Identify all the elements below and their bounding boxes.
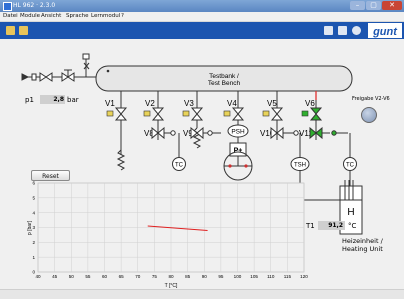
release-indicator-lamp[interactable] — [361, 107, 377, 123]
t1-label: T1 — [306, 222, 315, 230]
p1-label: p1 — [25, 96, 34, 104]
valve-v3-label: V3 — [184, 99, 194, 108]
application-window: HL 962 · 2.3.0 – ▢ ✕ Datei Module Ansich… — [0, 0, 404, 299]
tc-label-2: TC — [346, 163, 355, 169]
valve-v4[interactable] — [223, 107, 245, 121]
valve-v1[interactable] — [106, 107, 128, 121]
pressure-temperature-chart: 40 45 50 55 60 65 70 75 80 85 90 95 100 105 110 115 120 … — [27, 181, 308, 289]
y-tick-label: 5 — [32, 195, 35, 200]
heating-unit-label-line2: Heating Unit — [342, 245, 383, 253]
valve-v2-label: V2 — [145, 99, 155, 108]
p1-value: 2,8 — [40, 95, 65, 104]
heating-unit-label-line1: Heizeinheit / — [342, 237, 383, 245]
release-label: Freigabe V2-V6 — [352, 96, 390, 102]
x-tick-label: 105 — [250, 274, 258, 279]
p1-unit: bar — [67, 96, 79, 104]
x-tick-label: 70 — [135, 274, 141, 279]
inlet-piping — [21, 53, 98, 82]
valve-v3[interactable] — [182, 107, 204, 121]
x-tick-label: 60 — [102, 274, 108, 279]
x-tick-label: 100 — [234, 274, 242, 279]
schematic: Testbank / Test Bench V1 V2 V3 V4 V5 V6 … — [21, 53, 363, 289]
valve-v4-label: V4 — [227, 99, 237, 108]
x-tick-label: 65 — [119, 274, 125, 279]
valve-v6[interactable] — [301, 107, 323, 121]
bench-label-line2: Test Bench — [208, 80, 241, 87]
valve-v6-label: V6 — [305, 99, 315, 108]
x-tick-label: 90 — [202, 274, 208, 279]
x-tick-label: 120 — [300, 274, 308, 279]
x-tick-label: 55 — [85, 274, 91, 279]
y-tick-label: 0 — [32, 270, 35, 275]
x-tick-label: 85 — [185, 274, 191, 279]
valve-v2[interactable] — [143, 107, 165, 121]
y-tick-label: 2 — [32, 240, 35, 245]
t1-value: 91,2 — [318, 221, 345, 230]
heater-h-label: H — [347, 207, 354, 218]
x-tick-label: 50 — [69, 274, 75, 279]
x-tick-label: 80 — [168, 274, 174, 279]
y-tick-label: 6 — [32, 181, 35, 186]
psh-label: PSH — [231, 129, 245, 136]
x-tick-label: 45 — [52, 274, 58, 279]
y-tick-label: 4 — [32, 210, 35, 215]
reset-button[interactable]: Reset — [31, 170, 70, 181]
y-tick-label: 1 — [32, 255, 35, 260]
tsh-label: TSH — [294, 163, 306, 169]
p-plus-label: P+ — [234, 148, 243, 155]
valve-v5[interactable] — [262, 107, 284, 121]
x-tick-label: 75 — [152, 274, 158, 279]
valve-v8[interactable] — [151, 126, 176, 140]
x-tick-label: 40 — [35, 274, 41, 279]
tc-label-1: TC — [175, 163, 184, 169]
chart-ylabel: p [bar] — [27, 220, 33, 235]
x-tick-label: 115 — [284, 274, 292, 279]
x-tick-label: 95 — [218, 274, 224, 279]
valve-v1-label: V1 — [105, 99, 115, 108]
valve-v5-label: V5 — [267, 99, 277, 108]
t1-unit: °C — [348, 222, 357, 230]
bench-label-line1: Testbank / — [209, 73, 239, 80]
x-tick-label: 110 — [267, 274, 275, 279]
